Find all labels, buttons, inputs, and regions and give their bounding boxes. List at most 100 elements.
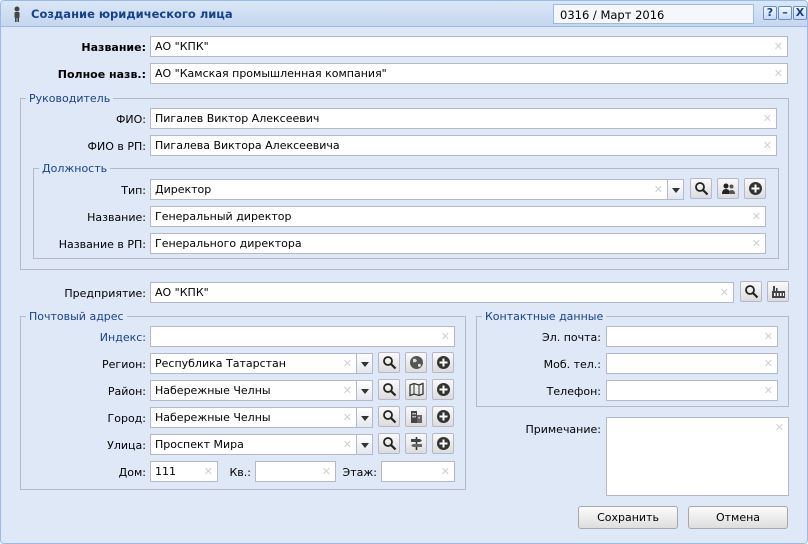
region-combo[interactable]: Республика Татарстан ✕ (150, 353, 357, 374)
position-type-combo[interactable]: Директор ✕ (150, 179, 668, 200)
close-button[interactable]: X (793, 6, 807, 20)
plus-circle-icon (749, 182, 762, 195)
clear-icon[interactable]: ✕ (763, 112, 772, 125)
street-search-button[interactable] (378, 433, 400, 454)
region-dropdown[interactable] (356, 353, 373, 374)
city-search-button[interactable] (378, 406, 400, 427)
building-icon (411, 411, 422, 423)
search-icon (695, 182, 709, 196)
name-input[interactable]: АО "КПК" ✕ (150, 36, 788, 57)
address-legend: Почтовый адрес (29, 310, 124, 323)
save-button[interactable]: Сохранить (578, 506, 678, 529)
mobile-label: Моб. тел.: (543, 358, 601, 371)
district-map-button[interactable] (405, 379, 427, 400)
minimize-button[interactable]: – (778, 6, 792, 20)
globe-icon (410, 356, 423, 369)
street-add-button[interactable] (432, 433, 454, 454)
city-dropdown[interactable] (356, 407, 373, 428)
plus-circle-icon (437, 383, 450, 396)
head-legend: Руководитель (29, 92, 111, 105)
clear-icon[interactable]: ✕ (441, 330, 450, 343)
note-label: Примечание: (525, 423, 601, 436)
email-input[interactable]: ✕ (606, 326, 778, 347)
clear-icon[interactable]: ✕ (775, 421, 784, 434)
cancel-button[interactable]: Отмена (688, 506, 788, 529)
search-icon (383, 410, 397, 424)
fio-rp-label: ФИО в РП: (87, 140, 146, 153)
plus-circle-icon (437, 410, 450, 423)
email-label: Эл. почта: (542, 331, 601, 344)
fio-value: Пигалев Виктор Алексеевич (155, 112, 320, 125)
position-search-button[interactable] (690, 178, 712, 199)
street-dropdown[interactable] (356, 434, 373, 455)
city-combo[interactable]: Набережные Челны ✕ (150, 407, 357, 428)
signpost-icon (411, 437, 422, 450)
clear-icon[interactable]: ✕ (774, 67, 783, 80)
position-users-button[interactable] (717, 178, 739, 199)
position-name-value: Генеральный директор (155, 210, 292, 223)
position-name-rp-input[interactable]: Генерального директора ✕ (150, 233, 766, 254)
note-textarea[interactable]: ✕ (606, 417, 789, 496)
clear-icon[interactable]: ✕ (752, 237, 761, 250)
clear-icon[interactable]: ✕ (764, 384, 773, 397)
position-add-button[interactable] (744, 178, 766, 199)
clear-icon[interactable]: ✕ (441, 465, 450, 478)
flat-label: Кв.: (229, 466, 252, 479)
street-value: Проспект Мира (155, 438, 244, 451)
region-add-button[interactable] (432, 352, 454, 373)
district-dropdown[interactable] (356, 380, 373, 401)
clear-icon[interactable]: ✕ (752, 210, 761, 223)
clear-icon[interactable]: ✕ (343, 384, 352, 397)
clear-icon[interactable]: ✕ (774, 40, 783, 53)
fio-rp-value: Пигалева Виктора Алексеевича (155, 139, 340, 152)
position-name-rp-value: Генерального директора (155, 237, 302, 250)
help-button[interactable]: ? (763, 6, 777, 20)
enterprise-search-button[interactable] (740, 281, 762, 302)
phone-input[interactable]: ✕ (606, 380, 778, 401)
search-icon (383, 383, 397, 397)
street-label: Улица: (107, 439, 146, 452)
city-building-button[interactable] (405, 406, 427, 427)
position-name-input[interactable]: Генеральный директор ✕ (150, 206, 766, 227)
street-signpost-button[interactable] (405, 433, 427, 454)
clear-icon[interactable]: ✕ (343, 411, 352, 424)
clear-icon[interactable]: ✕ (654, 183, 663, 196)
district-add-button[interactable] (432, 379, 454, 400)
clear-icon[interactable]: ✕ (720, 286, 729, 299)
enterprise-factory-button[interactable] (767, 281, 789, 302)
district-search-button[interactable] (378, 379, 400, 400)
clear-icon[interactable]: ✕ (343, 438, 352, 451)
house-value: 111 (155, 465, 176, 478)
fullname-input[interactable]: АО "Камская промышленная компания" ✕ (150, 63, 788, 84)
clear-icon[interactable]: ✕ (343, 357, 352, 370)
clear-icon[interactable]: ✕ (764, 357, 773, 370)
city-add-button[interactable] (432, 406, 454, 427)
fullname-label: Полное назв.: (57, 68, 146, 81)
floor-label: Этаж: (342, 466, 377, 479)
users-icon (722, 183, 735, 194)
street-combo[interactable]: Проспект Мира ✕ (150, 434, 357, 455)
name-label: Название: (81, 41, 146, 54)
region-search-button[interactable] (378, 352, 400, 373)
city-value: Набережные Челны (155, 411, 271, 424)
index-input[interactable]: ✕ (150, 326, 455, 347)
titlebar[interactable]: Создание юридического лица 0316 / Март 2… (1, 1, 807, 27)
clear-icon[interactable]: ✕ (764, 330, 773, 343)
mobile-input[interactable]: ✕ (606, 353, 778, 374)
clear-icon[interactable]: ✕ (204, 465, 213, 478)
floor-input[interactable]: ✕ (381, 461, 455, 482)
fio-rp-input[interactable]: Пигалева Виктора Алексеевича ✕ (150, 135, 777, 156)
district-combo[interactable]: Набережные Челны ✕ (150, 380, 357, 401)
flat-input[interactable]: ✕ (255, 461, 336, 482)
clear-icon[interactable]: ✕ (322, 465, 331, 478)
house-input[interactable]: 111 ✕ (150, 461, 218, 482)
region-label: Регион: (102, 358, 146, 371)
position-type-value: Директор (155, 183, 212, 196)
clear-icon[interactable]: ✕ (763, 139, 772, 152)
position-type-dropdown[interactable] (667, 179, 684, 200)
enterprise-input[interactable]: АО "КПК" ✕ (150, 282, 734, 303)
region-globe-button[interactable] (405, 352, 427, 373)
position-name-rp-label: Название в РП: (58, 238, 146, 251)
enterprise-value: АО "КПК" (155, 286, 209, 299)
fio-input[interactable]: Пигалев Виктор Алексеевич ✕ (150, 108, 777, 129)
